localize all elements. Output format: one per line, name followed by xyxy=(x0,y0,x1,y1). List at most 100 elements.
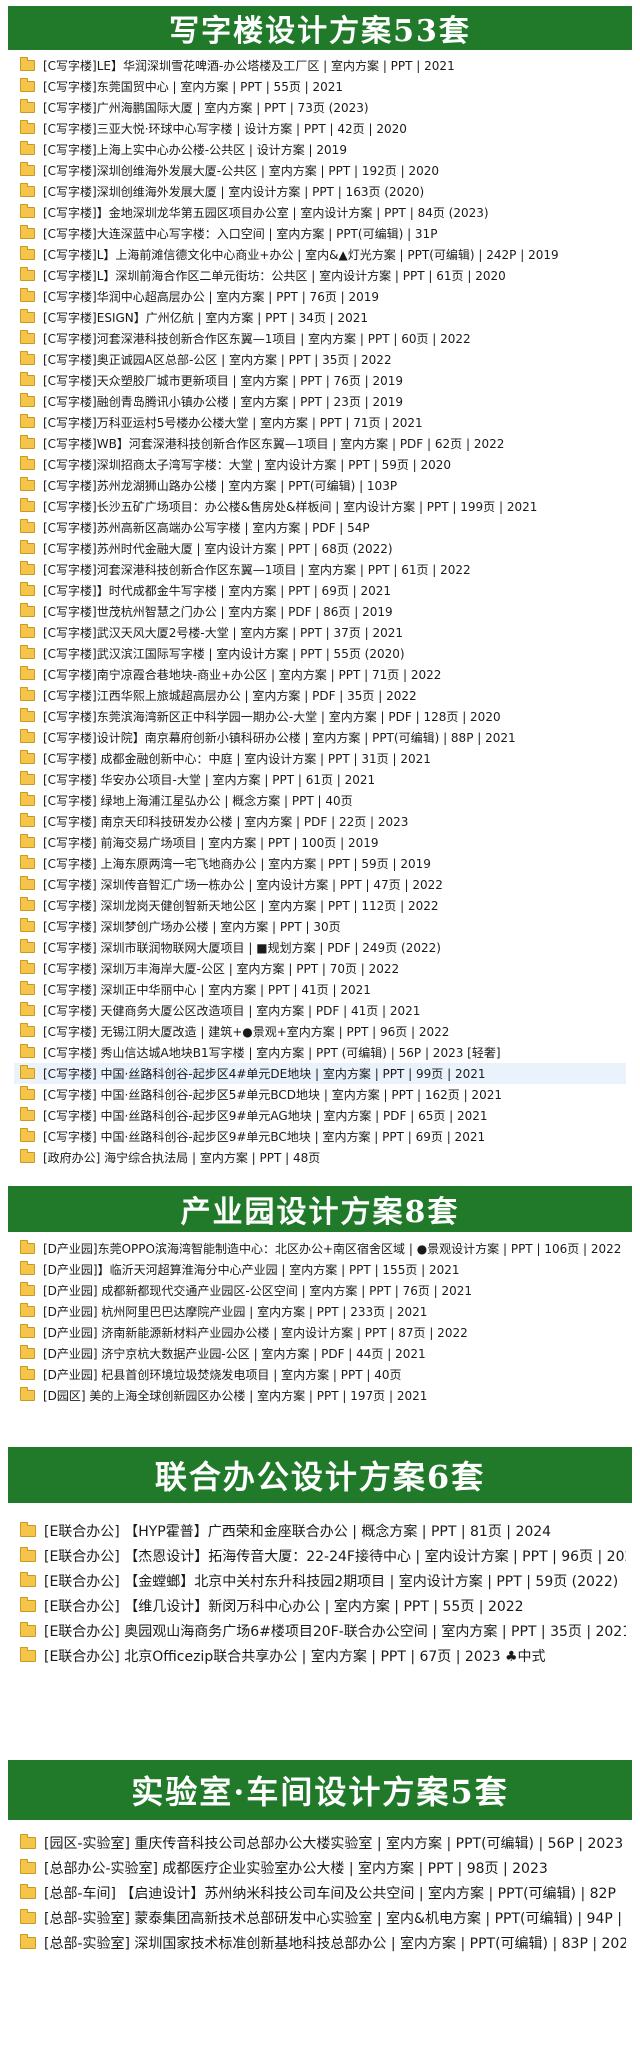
file-row[interactable]: [C写字楼]三亚大悦·环球中心写字楼 | 设计方案 | PPT | 42页 | … xyxy=(14,118,626,139)
file-row[interactable]: [C写字楼] 深圳梦创广场办公楼 | 室内方案 | PPT | 30页 xyxy=(14,916,626,937)
file-row[interactable]: [E联合办公] 【维几设计】新闵万科中心办公 | 室内方案 | PPT | 55… xyxy=(14,1593,626,1618)
file-row[interactable]: [C写字楼]东莞国贸中心 | 室内方案 | PPT | 55页 | 2021 xyxy=(14,76,626,97)
file-row[interactable]: [C写字楼] 华安办公项目-大堂 | 室内方案 | PPT | 61页 | 20… xyxy=(14,769,626,790)
file-row[interactable]: [C写字楼] 无锡江阴大厦改造 | 建筑+●景观+室内方案 | PPT | 96… xyxy=(14,1021,626,1042)
file-row[interactable]: [C写字楼] 深圳万丰海岸大厦-公区 | 室内方案 | PPT | 70页 | … xyxy=(14,958,626,979)
file-row[interactable]: [C写字楼]奥正诚园A区总部-公区 | 室内方案 | PPT | 35页 | 2… xyxy=(14,349,626,370)
file-row[interactable]: [C写字楼]WB】河套深港科技创新合作区东翼—1项目 | 室内方案 | PDF … xyxy=(14,433,626,454)
file-row[interactable]: [C写字楼]苏州龙湖狮山路办公楼 | 室内方案 | PPT(可编辑) | 103… xyxy=(14,475,626,496)
file-row[interactable]: [C写字楼] 中国·丝路科创谷-起步区9#单元AG地块 | 室内方案 | PDF… xyxy=(14,1105,626,1126)
file-row[interactable]: [总部办公-实验室] 成都医疗企业实验室办公大楼 | 室内方案 | PPT | … xyxy=(14,1855,626,1880)
file-row-label: [C写字楼]深圳创维海外发展大厦 | 室内设计方案 | PPT | 163页 (… xyxy=(43,185,425,199)
file-row[interactable]: [D产业园]东莞OPPO滨海湾智能制造中心：北区办公+南区宿舍区域 | ●景观设… xyxy=(14,1238,626,1259)
file-row[interactable]: [C写字楼] 南京天印科技研发办公楼 | 室内方案 | PDF | 22页 | … xyxy=(14,811,626,832)
folder-icon xyxy=(20,351,35,365)
file-row[interactable]: [C写字楼]苏州时代金融大厦 | 室内设计方案 | PPT | 68页 (202… xyxy=(14,538,626,559)
file-row[interactable]: [C写字楼]武汉滨江国际写字楼 | 室内设计方案 | PPT | 55页 (20… xyxy=(14,643,626,664)
file-row[interactable]: [D产业园] 济南新能源新材料产业园办公楼 | 室内设计方案 | PPT | 8… xyxy=(14,1322,626,1343)
file-row-label: [C写字楼]L】深圳前海合作区二单元街坊：公共区 | 室内设计方案 | PPT … xyxy=(43,269,506,283)
file-row[interactable]: [E联合办公] 【HYP霍普】广西荣和金座联合办公 | 概念方案 | PPT |… xyxy=(14,1518,626,1543)
file-row[interactable]: [E联合办公] 【金螳螂】北京中关村东升科技园2期项目 | 室内设计方案 | P… xyxy=(14,1568,626,1593)
file-row[interactable]: [C写字楼] 深圳正中华丽中心 | 室内方案 | PPT | 41页 | 202… xyxy=(14,979,626,1000)
file-row[interactable]: [C写字楼] 上海东原两湾一宅飞地商办公 | 室内方案 | PPT | 59页 … xyxy=(14,853,626,874)
folder-icon xyxy=(20,1387,35,1401)
file-row[interactable]: [C写字楼]LE】华润深圳雪花啤酒-办公塔楼及工厂区 | 室内方案 | PPT … xyxy=(14,55,626,76)
file-row[interactable]: [C写字楼]融创青岛腾讯小镇办公楼 | 室内方案 | PPT | 23页 | 2… xyxy=(14,391,626,412)
file-row[interactable]: [D产业园] 济宁京杭大数据产业园-公区 | 室内方案 | PDF | 44页 … xyxy=(14,1343,626,1364)
file-row[interactable]: [总部-实验室] 深圳国家技术标准创新基地科技总部办公 | 室内方案 | PPT… xyxy=(14,1930,626,1955)
file-row[interactable]: [C写字楼]】时代成都金牛写字楼 | 室内方案 | PPT | 69页 | 20… xyxy=(14,580,626,601)
file-row[interactable]: [C写字楼] 深圳市联润物联网大厦项目 | ■规划方案 | PDF | 249页… xyxy=(14,937,626,958)
file-row[interactable]: [C写字楼] 前海交易广场项目 | 室内方案 | PPT | 100页 | 20… xyxy=(14,832,626,853)
file-row[interactable]: [C写字楼]长沙五矿广场项目：办公楼&售房处&样板间 | 室内设计方案 | PP… xyxy=(14,496,626,517)
file-row[interactable]: [园区-实验室] 重庆传音科技公司总部办公大楼实验室 | 室内方案 | PPT(… xyxy=(14,1830,626,1855)
file-row-label: [C写字楼]武汉天风大厦2号楼-大堂 | 室内方案 | PPT | 37页 | … xyxy=(43,626,404,640)
file-row[interactable]: [C写字楼]上海上实中心办公楼-公共区 | 设计方案 | 2019 xyxy=(14,139,626,160)
file-row[interactable]: [C写字楼]大连深蓝中心写字楼：入口空间 | 室内方案 | PPT(可编辑) |… xyxy=(14,223,626,244)
file-row[interactable]: [C写字楼] 秀山信达城A地块B1写字楼 | 室内方案 | PPT (可编辑) … xyxy=(14,1042,626,1063)
file-row[interactable]: [D产业园]】临沂天河超算淮海分中心产业园 | 室内方案 | PPT | 155… xyxy=(14,1259,626,1280)
file-row-label: [C写字楼] 秀山信达城A地块B1写字楼 | 室内方案 | PPT (可编辑) … xyxy=(43,1046,501,1060)
file-row-label: [C写字楼] 中国·丝路科创谷-起步区4#单元DE地块 | 室内方案 | PPT… xyxy=(43,1067,486,1081)
file-row-label: [E联合办公] 【HYP霍普】广西荣和金座联合办公 | 概念方案 | PPT |… xyxy=(44,1523,552,1540)
file-row[interactable]: [E联合办公] 【杰恩设计】拓海传音大厦：22-24F接待中心 | 室内设计方案… xyxy=(14,1543,626,1568)
file-row-label: [C写字楼]奥正诚园A区总部-公区 | 室内方案 | PPT | 35页 | 2… xyxy=(43,353,392,367)
folder-icon xyxy=(20,1546,36,1562)
file-row-label: [C写字楼]】时代成都金牛写字楼 | 室内方案 | PPT | 69页 | 20… xyxy=(43,584,392,598)
folder-icon xyxy=(20,99,35,113)
file-row[interactable]: [C写字楼]ESIGN】广州亿航 | 室内方案 | PPT | 34页 | 20… xyxy=(14,307,626,328)
folder-icon xyxy=(20,666,35,680)
file-row[interactable]: [C写字楼]设计院】南京幕府创新小镇科研办公楼 | 室内方案 | PPT(可编辑… xyxy=(14,727,626,748)
folder-icon xyxy=(20,855,35,869)
file-row-label: [E联合办公] 【维几设计】新闵万科中心办公 | 室内方案 | PPT | 55… xyxy=(44,1598,524,1615)
file-row-label: [C写字楼]广州海鹏国际大厦 | 室内方案 | PPT | 73页 (2023) xyxy=(43,101,369,115)
file-row[interactable]: [C写字楼]广州海鹏国际大厦 | 室内方案 | PPT | 73页 (2023) xyxy=(14,97,626,118)
file-row[interactable]: [C写字楼]江西华熙上旅城超高层办公 | 室内方案 | PDF | 35页 | … xyxy=(14,685,626,706)
file-row[interactable]: [C写字楼]】金地深圳龙华第五园区项目办公室 | 室内设计方案 | PPT | … xyxy=(14,202,626,223)
file-row[interactable]: [D产业园] 杭州阿里巴巴达摩院产业园 | 室内方案 | PPT | 233页 … xyxy=(14,1301,626,1322)
file-row[interactable]: [C写字楼]华润中心超高层办公 | 室内方案 | PPT | 76页 | 201… xyxy=(14,286,626,307)
file-row[interactable]: [C写字楼]万科亚运村5号楼办公楼大堂 | 室内方案 | PPT | 71页 |… xyxy=(14,412,626,433)
file-row[interactable]: [C写字楼] 中国·丝路科创谷-起步区5#单元BCD地块 | 室内方案 | PP… xyxy=(14,1084,626,1105)
file-row[interactable]: [总部-车间] 【启迪设计】苏州纳米科技公司车间及公共空间 | 室内方案 | P… xyxy=(14,1880,626,1905)
file-row[interactable]: [C写字楼] 中国·丝路科创谷-起步区9#单元BC地块 | 室内方案 | PPT… xyxy=(14,1126,626,1147)
file-row[interactable]: [C写字楼]L】深圳前海合作区二单元街坊：公共区 | 室内设计方案 | PPT … xyxy=(14,265,626,286)
folder-icon xyxy=(20,1023,35,1037)
file-row[interactable]: [D产业园] 成都新都现代交通产业园区-公区空间 | 室内方案 | PPT | … xyxy=(14,1280,626,1301)
file-row[interactable]: [C写字楼]河套深港科技创新合作区东翼—1项目 | 室内方案 | PPT | 6… xyxy=(14,328,626,349)
file-row-label: [总部-实验室] 蒙泰集团高新技术总部研发中心实验室 | 室内&机电方案 | P… xyxy=(44,1910,626,1927)
file-row[interactable]: [D产业园] 杞县首创环境垃圾焚烧发电项目 | 室内方案 | PPT | 40页 xyxy=(14,1364,626,1385)
file-row[interactable]: [C写字楼]深圳创维海外发展大厦 | 室内设计方案 | PPT | 163页 (… xyxy=(14,181,626,202)
file-row-label: [C写字楼]武汉滨江国际写字楼 | 室内设计方案 | PPT | 55页 (20… xyxy=(43,647,405,661)
file-row[interactable]: [C写字楼]深圳创维海外发展大厦-公共区 | 室内方案 | PPT | 192页… xyxy=(14,160,626,181)
file-row[interactable]: [C写字楼] 深圳传音智汇广场一栋办公 | 室内设计方案 | PPT | 47页… xyxy=(14,874,626,895)
file-row[interactable]: [C写字楼] 中国·丝路科创谷-起步区4#单元DE地块 | 室内方案 | PPT… xyxy=(14,1063,626,1084)
file-row[interactable]: [C写字楼]南宁凉霞合巷地块-商业+办公区 | 室内方案 | PPT | 71页… xyxy=(14,664,626,685)
file-row[interactable]: [C写字楼]苏州高新区高端办公写字楼 | 室内方案 | PDF | 54P xyxy=(14,517,626,538)
folder-icon xyxy=(20,708,35,722)
file-row[interactable]: [D园区] 美的上海全球创新园区办公楼 | 室内方案 | PPT | 197页 … xyxy=(14,1385,626,1406)
file-row[interactable]: [C写字楼] 天健商务大厦公区改造项目 | 室内方案 | PDF | 41页 |… xyxy=(14,1000,626,1021)
file-row[interactable]: [C写字楼]深圳招商太子湾写字楼：大堂 | 室内设计方案 | PPT | 59页… xyxy=(14,454,626,475)
file-row[interactable]: [C写字楼] 绿地上海浦江星弘办公 | 概念方案 | PPT | 40页 xyxy=(14,790,626,811)
file-row[interactable]: [E联合办公] 北京Officezip联合共享办公 | 室内方案 | PPT |… xyxy=(14,1643,626,1668)
file-row[interactable]: [总部-实验室] 蒙泰集团高新技术总部研发中心实验室 | 室内&机电方案 | P… xyxy=(14,1905,626,1930)
file-row-label: [D产业园] 济宁京杭大数据产业园-公区 | 室内方案 | PDF | 44页 … xyxy=(43,1347,426,1361)
folder-icon xyxy=(20,1858,36,1874)
file-row-label: [C写字楼] 深圳龙岗天健创智新天地公区 | 室内方案 | PPT | 112页… xyxy=(43,899,439,913)
file-row[interactable]: [C写字楼]河套深港科技创新合作区东翼—1项目 | 室内方案 | PPT | 6… xyxy=(14,559,626,580)
file-row-label: [C写字楼]苏州龙湖狮山路办公楼 | 室内方案 | PPT(可编辑) | 103… xyxy=(43,479,398,493)
file-row[interactable]: [C写字楼]武汉天风大厦2号楼-大堂 | 室内方案 | PPT | 37页 | … xyxy=(14,622,626,643)
file-row[interactable]: [政府办公] 海宁综合执法局 | 室内方案 | PPT | 48页 xyxy=(14,1147,626,1168)
file-row-label: [C写字楼] 深圳万丰海岸大厦-公区 | 室内方案 | PPT | 70页 | … xyxy=(43,962,400,976)
file-row[interactable]: [C写字楼]L】上海前滩信德文化中心商业+办公 | 室内&▲灯光方案 | PPT… xyxy=(14,244,626,265)
file-row-label: [D产业园]东莞OPPO滨海湾智能制造中心：北区办公+南区宿舍区域 | ●景观设… xyxy=(43,1242,622,1256)
file-row[interactable]: [C写字楼] 深圳龙岗天健创智新天地公区 | 室内方案 | PPT | 112页… xyxy=(14,895,626,916)
file-row-label: [C写字楼] 中国·丝路科创谷-起步区5#单元BCD地块 | 室内方案 | PP… xyxy=(43,1088,502,1102)
file-row[interactable]: [C写字楼]天众塑胶厂城市更新项目 | 室内方案 | PPT | 76页 | 2… xyxy=(14,370,626,391)
file-row[interactable]: [C写字楼] 成都金融创新中心：中庭 | 室内设计方案 | PPT | 31页 … xyxy=(14,748,626,769)
file-row[interactable]: [E联合办公] 奥园观山海商务广场6#楼项目20F-联合办公空间 | 室内方案 … xyxy=(14,1618,626,1643)
file-row[interactable]: [C写字楼]东莞滨海湾新区正中科学园一期办公-大堂 | 室内方案 | PDF |… xyxy=(14,706,626,727)
file-row[interactable]: [C写字楼]世茂杭州智慧之门办公 | 室内方案 | PDF | 86页 | 20… xyxy=(14,601,626,622)
file-row-label: [C写字楼]江西华熙上旅城超高层办公 | 室内方案 | PDF | 35页 | … xyxy=(43,689,417,703)
